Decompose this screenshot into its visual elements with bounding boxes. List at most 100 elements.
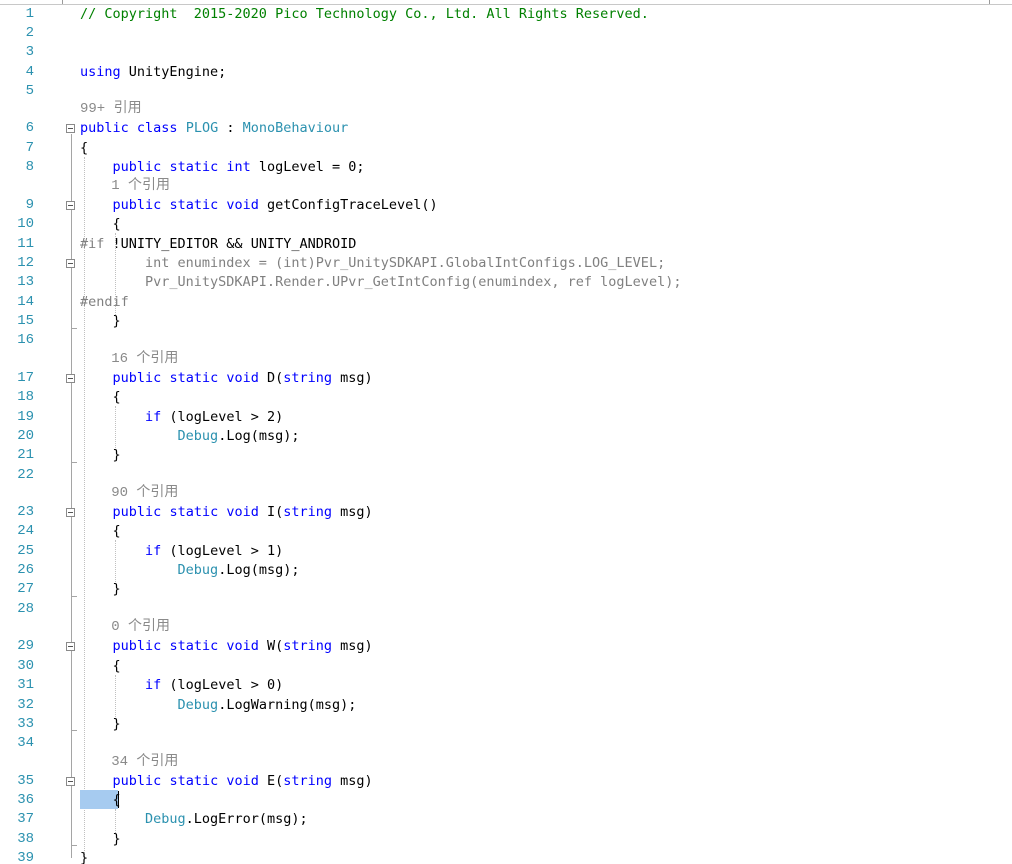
collapse-icon[interactable]	[66, 259, 75, 268]
code-line[interactable]: 37 Debug.LogError(msg);	[0, 810, 1012, 829]
codelens-reference-count[interactable]: 90 个引用	[0, 484, 1012, 503]
collapse-icon[interactable]	[66, 642, 75, 651]
code-line[interactable]: 1 // Copyright 2015-2020 Pico Technology …	[0, 5, 1012, 24]
code-text[interactable]: }	[80, 830, 121, 849]
code-line[interactable]: 29 public static void W(string msg)	[0, 637, 1012, 656]
code-text[interactable]: public static void E(string msg)	[80, 772, 373, 791]
code-text[interactable]: if (logLevel > 0)	[80, 676, 283, 695]
code-line[interactable]: 34	[0, 734, 1012, 753]
code-editor[interactable]: 1 // Copyright 2015-2020 Pico Technology …	[0, 0, 1012, 864]
keyword-token: using	[80, 64, 121, 80]
codelens-reference-count[interactable]: 0 个引用	[0, 618, 1012, 637]
line-number: 9	[25, 197, 34, 213]
code-text[interactable]: public static void I(string msg)	[80, 503, 373, 522]
code-line[interactable]: 13 Pvr_UnitySDKAPI.Render.UPvr_GetIntCon…	[0, 273, 1012, 292]
code-text[interactable]: Pvr_UnitySDKAPI.Render.UPvr_GetIntConfig…	[80, 273, 681, 292]
code-line[interactable]: 35 public static void E(string msg)	[0, 772, 1012, 791]
code-line[interactable]: 27 }	[0, 580, 1012, 599]
code-line[interactable]: 14 #endif	[0, 293, 1012, 312]
code-text[interactable]: public static void W(string msg)	[80, 637, 373, 656]
code-text[interactable]: {	[80, 657, 121, 676]
code-text[interactable]: Debug.LogError(msg);	[80, 810, 308, 829]
code-text[interactable]: }	[80, 312, 121, 331]
code-line[interactable]: 22	[0, 466, 1012, 485]
code-line[interactable]: 25 if (logLevel > 1)	[0, 542, 1012, 561]
code-text[interactable]: int enumindex = (int)Pvr_UnitySDKAPI.Glo…	[80, 254, 665, 273]
code-text[interactable]: // Copyright 2015-2020 Pico Technology C…	[80, 5, 649, 24]
code-line[interactable]: 28	[0, 600, 1012, 619]
collapse-icon[interactable]	[66, 777, 75, 786]
code-text[interactable]: }	[80, 849, 88, 864]
code-line[interactable]: 32 Debug.LogWarning(msg);	[0, 696, 1012, 715]
code-line[interactable]: 38 }	[0, 830, 1012, 849]
code-line[interactable]: 33 }	[0, 715, 1012, 734]
code-line[interactable]: 18 {	[0, 388, 1012, 407]
code-text[interactable]: {	[80, 522, 121, 541]
code-line[interactable]: 5	[0, 82, 1012, 101]
codelens-reference-count[interactable]: 1 个引用	[0, 177, 1012, 196]
codelens-label[interactable]: 99+ 引用	[80, 100, 142, 119]
codelens-label[interactable]: 1 个引用	[111, 177, 170, 196]
code-line[interactable]: 9 public static void getConfigTraceLevel…	[0, 196, 1012, 215]
code-text[interactable]: }	[80, 580, 121, 599]
collapse-icon[interactable]	[66, 508, 75, 517]
collapse-icon[interactable]	[66, 374, 75, 383]
code-text[interactable]: if (logLevel > 1)	[80, 542, 283, 561]
inactive-token: Pvr_UnitySDKAPI.Render.UPvr_GetIntConfig…	[80, 274, 682, 290]
code-text[interactable]: #if !UNITY_EDITOR && UNITY_ANDROID	[80, 235, 356, 254]
code-line[interactable]: 11 #if !UNITY_EDITOR && UNITY_ANDROID	[0, 235, 1012, 254]
code-text[interactable]: Debug.LogWarning(msg);	[80, 696, 357, 715]
codelens-label[interactable]: 0 个引用	[111, 618, 170, 637]
code-text[interactable]: {	[80, 388, 121, 407]
code-text[interactable]: {	[80, 791, 121, 810]
code-line[interactable]: 3	[0, 43, 1012, 62]
code-line[interactable]: 21 }	[0, 446, 1012, 465]
code-line[interactable]: 6 public class PLOG : MonoBehaviour	[0, 119, 1012, 138]
code-text[interactable]: public static void D(string msg)	[80, 369, 373, 388]
code-line[interactable]: 4 using UnityEngine;	[0, 63, 1012, 82]
collapse-icon[interactable]	[66, 124, 75, 133]
code-text[interactable]: {	[80, 215, 121, 234]
code-token: D(	[258, 370, 284, 386]
code-line[interactable]: 10 {	[0, 215, 1012, 234]
code-line[interactable]: 23 public static void I(string msg)	[0, 503, 1012, 522]
line-number: 6	[25, 120, 34, 136]
codelens-reference-count[interactable]: 34 个引用	[0, 753, 1012, 772]
code-text[interactable]: #endif	[80, 293, 129, 312]
code-text[interactable]: Debug.Log(msg);	[80, 561, 300, 580]
code-line[interactable]: 16	[0, 331, 1012, 350]
code-line[interactable]: 2	[0, 24, 1012, 43]
codelens-label[interactable]: 16 个引用	[111, 350, 178, 369]
code-line[interactable]: 20 Debug.Log(msg);	[0, 427, 1012, 446]
codelens-reference-count[interactable]: 99+ 引用	[0, 100, 1012, 119]
code-text[interactable]: Debug.Log(msg);	[80, 427, 300, 446]
code-line[interactable]: 15 }	[0, 312, 1012, 331]
codelens-label[interactable]: 90 个引用	[111, 484, 178, 503]
code-text[interactable]: using UnityEngine;	[80, 63, 226, 82]
code-text[interactable]: public class PLOG : MonoBehaviour	[80, 119, 348, 138]
code-line[interactable]: 17 public static void D(string msg)	[0, 369, 1012, 388]
collapse-icon[interactable]	[66, 201, 75, 210]
code-line[interactable]: 36 {	[0, 791, 1012, 810]
codelens-reference-count[interactable]: 16 个引用	[0, 350, 1012, 369]
code-line[interactable]: 39}	[0, 849, 1012, 864]
code-line[interactable]: 19 if (logLevel > 2)	[0, 408, 1012, 427]
codelens-label[interactable]: 34 个引用	[111, 753, 178, 772]
code-token: logLevel = 0;	[250, 159, 365, 175]
code-line[interactable]: 7{	[0, 139, 1012, 158]
code-text[interactable]: }	[80, 715, 121, 734]
code-text[interactable]: if (logLevel > 2)	[80, 408, 283, 427]
code-text[interactable]: public static int logLevel = 0;	[80, 158, 365, 177]
code-text[interactable]: {	[80, 139, 88, 158]
code-text[interactable]: }	[80, 446, 121, 465]
code-line[interactable]: 26 Debug.Log(msg);	[0, 561, 1012, 580]
code-text[interactable]: public static void getConfigTraceLevel()	[80, 196, 438, 215]
code-token: W(	[258, 638, 284, 654]
code-line[interactable]: 8 public static int logLevel = 0;	[0, 158, 1012, 177]
code-line[interactable]: 31 if (logLevel > 0)	[0, 676, 1012, 695]
code-line[interactable]: 24 {	[0, 522, 1012, 541]
code-line[interactable]: 12 int enumindex = (int)Pvr_UnitySDKAPI.…	[0, 254, 1012, 273]
code-line[interactable]: 30 {	[0, 657, 1012, 676]
